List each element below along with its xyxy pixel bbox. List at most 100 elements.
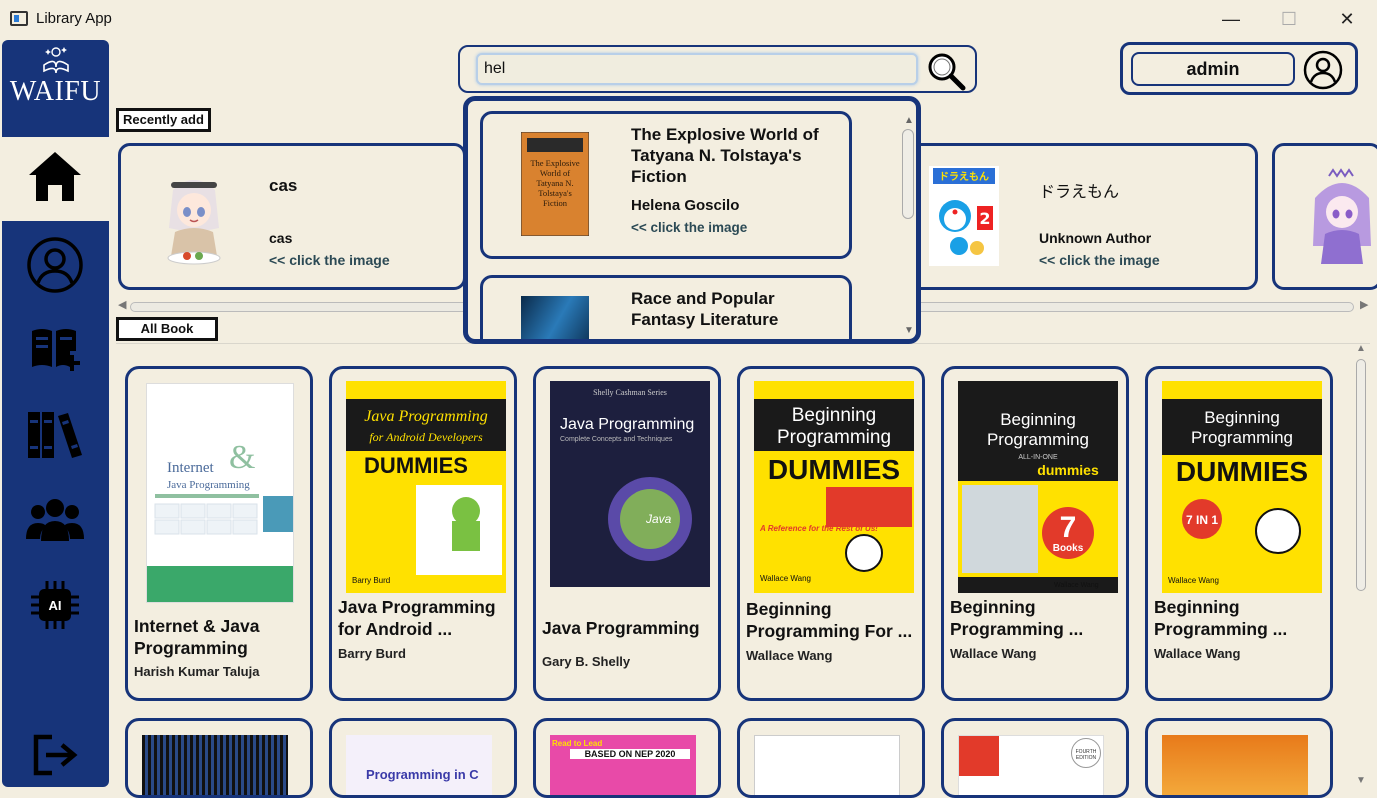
cover-edition: FOURTH EDITION xyxy=(1071,738,1101,768)
book-cover[interactable]: Beginning Programming ALL-IN-ONE dummies… xyxy=(958,381,1118,593)
nav-logout[interactable] xyxy=(24,724,86,786)
recent-book-author: cas xyxy=(269,230,293,246)
nav-library[interactable] xyxy=(24,403,86,465)
cover-title: Programming in C xyxy=(366,767,479,782)
book-card[interactable]: Read to Lead BASED ON NEP 2020 xyxy=(533,718,721,798)
cover-subtitle: Java Programming xyxy=(167,479,250,491)
logout-icon xyxy=(33,734,78,776)
doraemon-cover-image[interactable]: ドラえもん 2 xyxy=(929,166,999,266)
maximize-button[interactable]: ☐ xyxy=(1260,0,1318,38)
book-title: Internet & Java Programming xyxy=(134,616,260,658)
result-title: Race and Popular Fantasy Literature xyxy=(631,289,779,329)
recent-book-link[interactable]: << click the image xyxy=(1039,252,1160,268)
book-cover[interactable]: Beginning Programming DUMMIES 7 IN 1 Wal… xyxy=(1162,381,1322,593)
add-book-icon xyxy=(32,329,80,371)
book-card[interactable]: Beginning Programming DUMMIES A Referenc… xyxy=(737,366,925,701)
grid-vertical-scrollbar[interactable]: ▲ ▼ xyxy=(1353,343,1369,789)
cover-brand: DUMMIES xyxy=(768,454,900,485)
logo-text: WAIFU xyxy=(9,76,102,107)
close-button[interactable]: ✕ xyxy=(1318,0,1376,38)
search-icon[interactable] xyxy=(926,51,966,91)
recent-card[interactable]: ドラえもん 2 ドラえもん Unknown Author << click th… xyxy=(888,143,1258,290)
ai-chip-icon: AI xyxy=(31,581,79,629)
cover-title: Beginning xyxy=(1000,410,1076,429)
sidebar: WAIFU AI xyxy=(2,40,109,787)
cover-subtitle: for Android Developers xyxy=(369,430,483,444)
avatar-icon[interactable] xyxy=(1303,50,1343,90)
book-title: Java Programming for Android ... xyxy=(338,597,496,639)
cover-subtitle: Complete Concepts and Techniques xyxy=(560,436,673,443)
result-title: The Explosive World of Tatyana N. Tolsta… xyxy=(631,125,819,186)
logo: WAIFU xyxy=(2,40,109,137)
cover-number: 7 xyxy=(1060,511,1077,544)
book-card[interactable]: Beginning Programming ALL-IN-ONE dummies… xyxy=(941,366,1129,701)
recent-card[interactable] xyxy=(1272,143,1377,290)
scroll-thumb[interactable] xyxy=(1356,359,1366,591)
book-title: Java Programming xyxy=(542,618,700,638)
book-author: Wallace Wang xyxy=(746,648,833,663)
cover-subtitle-2: ALL-IN-ONE xyxy=(1018,454,1058,461)
cover-amp: & xyxy=(229,439,255,476)
book-cover[interactable]: Beginning Programming DUMMIES A Referenc… xyxy=(754,381,914,593)
cover-band: BASED ON NEP 2020 xyxy=(570,749,690,759)
book-cover[interactable]: Java Programming for Android Developers … xyxy=(346,381,506,593)
cover-author: Wallace Wang xyxy=(1168,576,1219,585)
cover-tagline: A Reference for the Rest of Us! xyxy=(759,524,878,533)
book-cover[interactable] xyxy=(521,296,589,339)
book-author: Wallace Wang xyxy=(950,646,1037,661)
book-cover[interactable]: Shelly Cashman Series Java Programming C… xyxy=(550,381,710,587)
recent-card[interactable]: cas cas << click the image xyxy=(118,143,466,290)
nav-ai[interactable]: AI xyxy=(24,574,86,636)
cover-title: Beginning xyxy=(792,405,877,426)
anime-girl-image[interactable] xyxy=(157,170,231,266)
recent-book-link[interactable]: << click the image xyxy=(269,252,390,268)
search-result-item[interactable]: The Explosive World of Tatyana N. Tolsta… xyxy=(480,111,852,259)
book-cover[interactable]: Internet & Java Programming xyxy=(146,383,294,603)
book-cover[interactable]: The Explosive World of Tatyana N. Tolsta… xyxy=(521,132,589,236)
book-card[interactable]: Beginning Programming DUMMIES 7 IN 1 Wal… xyxy=(1145,366,1333,701)
book-card[interactable]: Shelly Cashman Series Java Programming C… xyxy=(533,366,721,701)
recent-book-title: cas xyxy=(269,176,298,195)
book-card[interactable] xyxy=(737,718,925,798)
cover-title: Internet xyxy=(167,460,214,476)
book-card[interactable]: Java Programming for Android Developers … xyxy=(329,366,517,701)
cover-tagline: Read to Lead xyxy=(552,739,603,748)
cover-title: The Explosive World of Tatyana N. Tolsta… xyxy=(530,158,580,208)
book-card[interactable]: Programming in C xyxy=(329,718,517,798)
book-card[interactable]: FOURTH EDITION xyxy=(941,718,1129,798)
result-author: Helena Goscilo xyxy=(631,197,740,214)
result-link[interactable]: << click the image xyxy=(631,220,747,235)
book-title: Beginning Programming ... xyxy=(1154,597,1288,639)
anime-girl-image[interactable] xyxy=(1309,168,1375,268)
book-card[interactable] xyxy=(1145,718,1333,798)
cover-volume: 2 xyxy=(979,209,990,228)
cover-author: Barry Burd xyxy=(352,576,390,585)
nav-home[interactable] xyxy=(2,137,109,221)
minimize-button[interactable]: — xyxy=(1202,0,1260,38)
cover-title: ドラえもん xyxy=(939,171,989,183)
cover-author: Wallace Wang xyxy=(760,574,811,583)
cover-brand: dummies xyxy=(1037,462,1099,478)
cover-ball-text: Java xyxy=(645,512,672,526)
bookshelf-icon xyxy=(28,412,82,458)
dropdown-scrollbar[interactable] xyxy=(902,129,914,219)
recent-book-title: ドラえもん xyxy=(1039,182,1120,201)
search-input[interactable] xyxy=(476,53,918,85)
book-title: Beginning Programming ... xyxy=(950,597,1084,639)
username-button[interactable]: admin xyxy=(1131,52,1295,86)
cover-brand: DUMMIES xyxy=(1176,456,1308,487)
home-icon xyxy=(29,152,81,201)
search-bar xyxy=(458,45,977,93)
book-card[interactable] xyxy=(125,718,313,798)
cover-subtitle: Programming xyxy=(777,427,891,448)
all-book-label: All Book xyxy=(116,317,218,341)
nav-add-book[interactable] xyxy=(24,318,86,380)
nav-members[interactable] xyxy=(24,488,86,550)
book-card[interactable]: Internet & Java Programming Internet & J… xyxy=(125,366,313,701)
cover-author: Wallace Wang xyxy=(1054,582,1099,589)
book-author: Harish Kumar Taluja xyxy=(134,664,260,679)
nav-profile[interactable] xyxy=(24,234,86,296)
search-result-item[interactable]: Race and Popular Fantasy Literature xyxy=(480,275,852,339)
cover-series: Shelly Cashman Series xyxy=(593,388,667,397)
user-circle-icon xyxy=(27,237,83,293)
